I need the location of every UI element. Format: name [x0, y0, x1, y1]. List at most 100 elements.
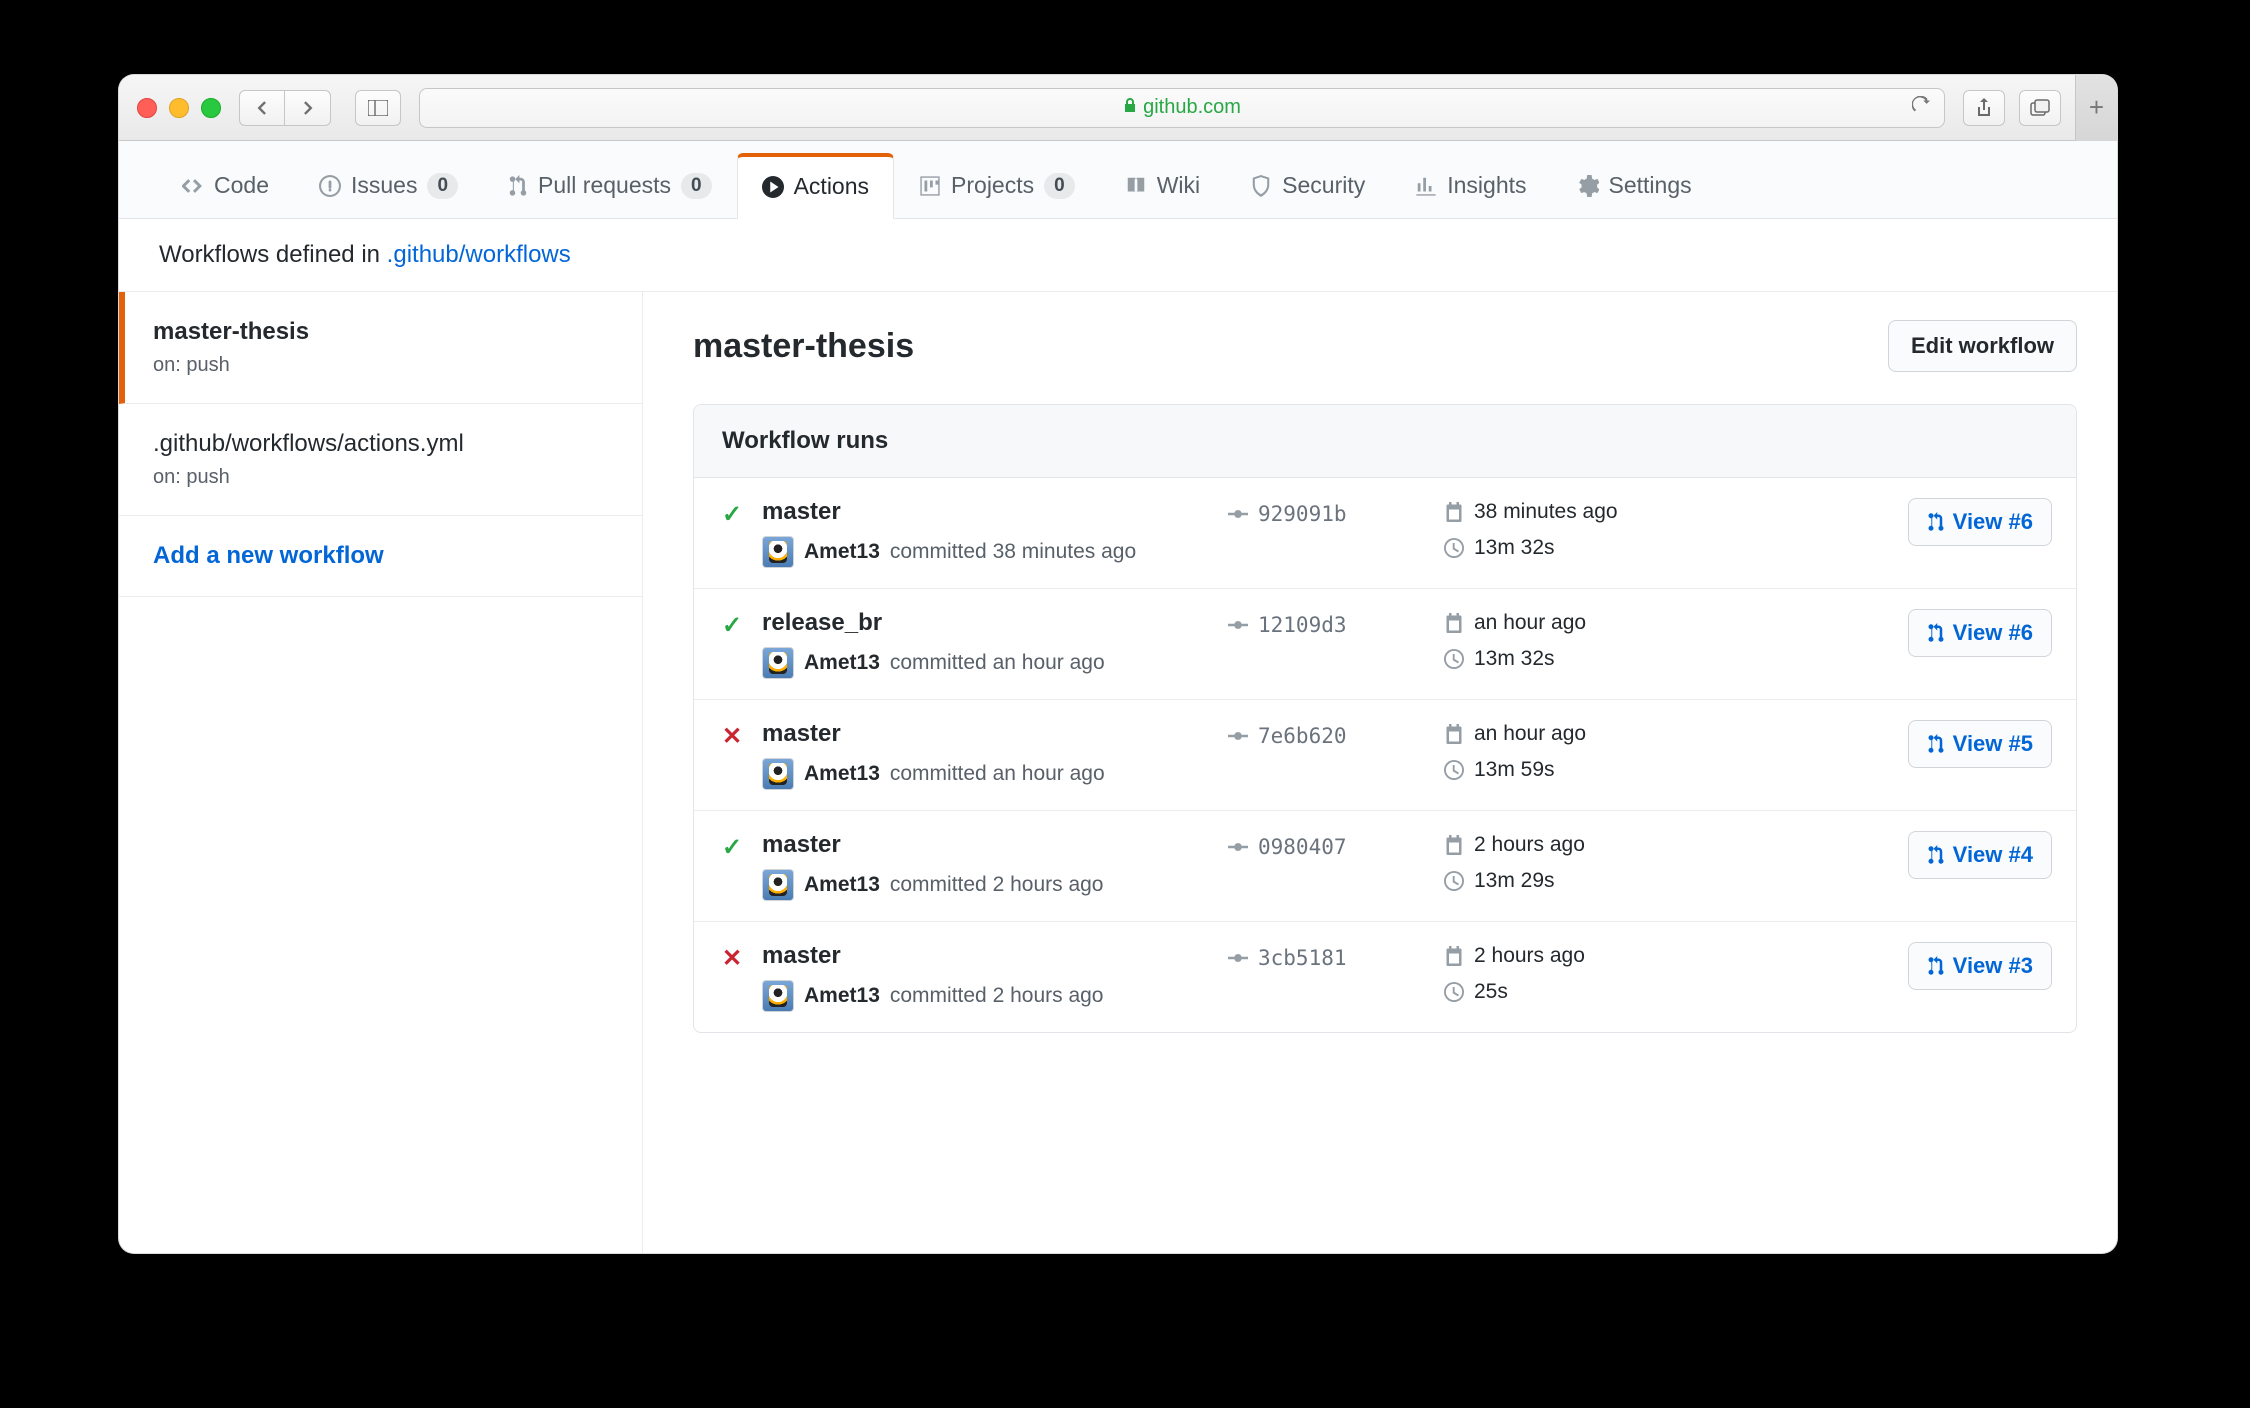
commit-icon: [1228, 837, 1248, 857]
commit-sha: 0980407: [1258, 835, 1347, 859]
workflow-run-row[interactable]: ✓release_brAmet13committed an hour ago12…: [694, 589, 2076, 700]
view-label: View #5: [1953, 731, 2033, 757]
view-run-button[interactable]: View #6: [1908, 609, 2052, 657]
clock-icon: [1444, 982, 1464, 1002]
window-controls: [129, 98, 221, 118]
view-label: View #4: [1953, 842, 2033, 868]
book-icon: [1125, 175, 1147, 197]
tab-issues[interactable]: Issues 0: [294, 152, 483, 218]
run-time: an hour ago: [1474, 611, 1586, 635]
run-meta: Amet13 committed 2 hours ago: [762, 869, 1212, 901]
view-run-button[interactable]: View #4: [1908, 831, 2052, 879]
clock-icon: [1444, 538, 1464, 558]
run-meta: Amet13committed 38 minutes ago: [762, 536, 1212, 568]
close-window-icon[interactable]: [137, 98, 157, 118]
run-author: Amet13: [804, 873, 880, 897]
workflow-title: master-thesis: [693, 327, 914, 366]
tab-label: Security: [1282, 172, 1365, 199]
run-times: an hour ago13m 32s: [1444, 611, 1664, 671]
run-committed: committed an hour ago: [890, 762, 1105, 786]
commit-icon: [1228, 726, 1248, 746]
run-times: an hour ago13m 59s: [1444, 722, 1664, 782]
workflow-run-row[interactable]: ✓masterAmet13committed 2 hours ago098040…: [694, 811, 2076, 922]
zoom-window-icon[interactable]: [201, 98, 221, 118]
play-icon: [762, 176, 784, 198]
run-main: release_brAmet13committed an hour ago: [762, 609, 1212, 679]
run-commit[interactable]: 0980407: [1228, 835, 1428, 859]
run-author: Amet13: [804, 540, 880, 564]
avatar: [762, 758, 794, 790]
forward-button[interactable]: [285, 90, 331, 126]
url-bar[interactable]: github.com: [419, 88, 1945, 128]
pr-icon: [1927, 734, 1945, 754]
sidebar-item-workflow[interactable]: master-thesison: push: [119, 292, 642, 404]
run-action: View #4: [1908, 831, 2052, 879]
issues-count: 0: [427, 173, 458, 199]
commit-icon: [1228, 948, 1248, 968]
pr-icon: [508, 175, 528, 197]
view-label: View #6: [1953, 620, 2033, 646]
run-duration: 13m 32s: [1474, 536, 1555, 560]
tab-security[interactable]: Security: [1225, 152, 1390, 218]
issue-icon: [319, 175, 341, 197]
workflow-runs-header: Workflow runs: [694, 405, 2076, 478]
tab-wiki[interactable]: Wiki: [1100, 152, 1225, 218]
new-tab-button[interactable]: +: [2075, 75, 2117, 141]
run-action: View #6: [1908, 609, 2052, 657]
workflows-path-link[interactable]: .github/workflows: [387, 241, 571, 268]
run-meta: Amet13committed an hour ago: [762, 647, 1212, 679]
commit-icon: [1228, 504, 1248, 524]
run-action: View #3: [1908, 942, 2052, 990]
view-run-button[interactable]: View #6: [1908, 498, 2052, 546]
avatar: [762, 647, 794, 679]
run-duration: 25s: [1474, 980, 1508, 1004]
back-button[interactable]: [239, 90, 285, 126]
avatar: [762, 536, 794, 568]
tabs-button[interactable]: [2019, 90, 2061, 126]
minimize-window-icon[interactable]: [169, 98, 189, 118]
run-committed: committed 2 hours ago: [890, 873, 1104, 897]
run-commit[interactable]: 12109d3: [1228, 613, 1428, 637]
sidebar-item-workflow[interactable]: .github/workflows/actions.ymlon: push: [119, 404, 642, 516]
run-commit[interactable]: 3cb5181: [1228, 946, 1428, 970]
view-run-button[interactable]: View #5: [1908, 720, 2052, 768]
workflow-run-row[interactable]: ✓masterAmet13committed 38 minutes ago929…: [694, 478, 2076, 589]
workflow-run-row[interactable]: ✕masterAmet13committed 2 hours ago3cb518…: [694, 922, 2076, 1032]
tab-code[interactable]: Code: [157, 152, 294, 218]
tab-pulls[interactable]: Pull requests 0: [483, 152, 737, 218]
run-time: an hour ago: [1474, 722, 1586, 746]
content-header: master-thesis Edit workflow: [693, 320, 2077, 372]
tab-actions[interactable]: Actions: [737, 153, 894, 219]
workflow-trigger: on: push: [153, 354, 608, 377]
sidebar-toggle-button[interactable]: [355, 90, 401, 126]
run-commit[interactable]: 929091b: [1228, 502, 1428, 526]
run-times: 38 minutes ago13m 32s: [1444, 500, 1664, 560]
run-action: View #6: [1908, 498, 2052, 546]
x-icon: ✕: [718, 944, 746, 973]
view-run-button[interactable]: View #3: [1908, 942, 2052, 990]
run-action: View #5: [1908, 720, 2052, 768]
tab-insights[interactable]: Insights: [1390, 152, 1551, 218]
x-icon: ✕: [718, 722, 746, 751]
run-commit[interactable]: 7e6b620: [1228, 724, 1428, 748]
workflow-run-row[interactable]: ✕masterAmet13committed an hour ago7e6b62…: [694, 700, 2076, 811]
pr-icon: [1927, 623, 1945, 643]
workflow-sidebar: master-thesison: push.github/workflows/a…: [119, 292, 643, 1254]
add-workflow-link[interactable]: Add a new workflow: [119, 516, 642, 597]
run-branch: master: [762, 942, 1212, 970]
reload-icon[interactable]: [1912, 96, 1930, 120]
tab-label: Projects: [951, 172, 1034, 199]
avatar: [762, 980, 794, 1012]
repo-tabs: Code Issues 0 Pull requests 0 Actions Pr…: [119, 141, 2117, 219]
commit-icon: [1228, 615, 1248, 635]
tab-settings[interactable]: Settings: [1552, 152, 1717, 218]
workflow-trigger: on: push: [153, 466, 608, 489]
clock-icon: [1444, 871, 1464, 891]
edit-workflow-button[interactable]: Edit workflow: [1888, 320, 2077, 372]
commit-sha: 7e6b620: [1258, 724, 1347, 748]
workflow-runs-box: Workflow runs ✓masterAmet13committed 38 …: [693, 404, 2077, 1033]
tab-label: Pull requests: [538, 172, 671, 199]
share-button[interactable]: [1963, 90, 2005, 126]
tab-projects[interactable]: Projects 0: [894, 152, 1100, 218]
subheader-text: Workflows defined in: [159, 241, 387, 268]
